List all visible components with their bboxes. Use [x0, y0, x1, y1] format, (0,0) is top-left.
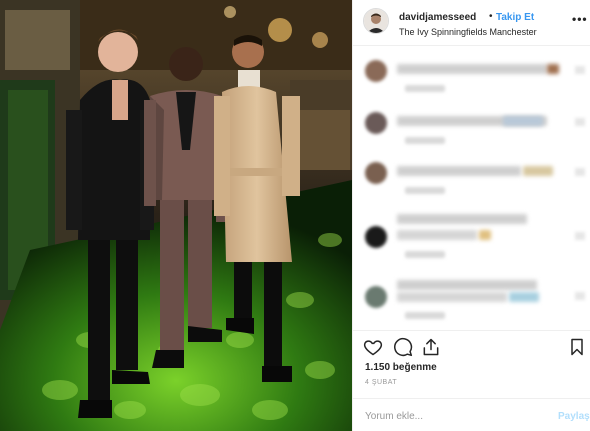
- comment-text-blurred: [397, 292, 507, 302]
- share-comment-button[interactable]: Paylaş: [558, 411, 590, 422]
- comment-avatar: [365, 286, 387, 308]
- comment-emoji-blurred: [479, 230, 491, 240]
- heart-icon[interactable]: [575, 66, 585, 74]
- comment-meta-blurred: [405, 312, 445, 319]
- comment-item: [365, 112, 585, 152]
- post-actions: [353, 330, 590, 360]
- heart-icon[interactable]: [575, 292, 585, 300]
- comment-avatar: [365, 112, 387, 134]
- heart-icon[interactable]: [575, 118, 585, 126]
- comment-item: [365, 60, 585, 100]
- comment-text-blurred: [397, 64, 547, 74]
- author-avatar[interactable]: [363, 8, 389, 34]
- comment-emoji-blurred: [509, 292, 539, 302]
- comment-avatar: [365, 226, 387, 248]
- comment-icon[interactable]: [393, 337, 413, 357]
- post-location[interactable]: The Ivy Spinningfields Manchester: [399, 27, 537, 37]
- share-icon[interactable]: [421, 337, 441, 357]
- post-date[interactable]: 4 ŞUBAT: [365, 379, 397, 386]
- comment-text-blurred: [397, 280, 537, 290]
- post-photo-image: [0, 0, 352, 431]
- comment-emoji-blurred: [503, 116, 543, 126]
- comment-text-blurred: [397, 214, 527, 224]
- post-photo[interactable]: [0, 0, 352, 431]
- comment-meta-blurred: [405, 187, 445, 194]
- comment-text-blurred: [397, 166, 521, 176]
- comment-meta-blurred: [405, 251, 445, 258]
- comment-meta-blurred: [405, 137, 445, 144]
- comment-input[interactable]: [365, 408, 545, 424]
- comment-emoji-blurred: [547, 64, 559, 74]
- likes-count[interactable]: 1.150 beğenme: [365, 362, 437, 373]
- separator-dot: •: [489, 11, 493, 22]
- heart-icon[interactable]: [575, 168, 585, 176]
- comment-emoji-blurred: [523, 166, 553, 176]
- bookmark-icon[interactable]: [567, 337, 587, 357]
- post-sidebar: davidjamesseed • Takip Et The Ivy Spinni…: [352, 0, 590, 431]
- follow-button[interactable]: Takip Et: [496, 12, 534, 23]
- avatar-image: [364, 9, 388, 33]
- comment-avatar: [365, 60, 387, 82]
- comment-meta-blurred: [405, 85, 445, 92]
- comment-item: [365, 214, 585, 266]
- heart-icon[interactable]: [363, 337, 383, 357]
- comment-box: Paylaş: [353, 398, 590, 431]
- heart-icon[interactable]: [575, 232, 585, 240]
- comment-avatar: [365, 162, 387, 184]
- comment-item: [365, 280, 585, 326]
- author-username[interactable]: davidjamesseed: [399, 12, 476, 23]
- instagram-post: davidjamesseed • Takip Et The Ivy Spinni…: [0, 0, 590, 431]
- more-horizontal-icon[interactable]: •••: [572, 13, 588, 25]
- comment-text-blurred: [397, 230, 477, 240]
- comment-item: [365, 162, 585, 202]
- post-header: davidjamesseed • Takip Et The Ivy Spinni…: [353, 0, 590, 46]
